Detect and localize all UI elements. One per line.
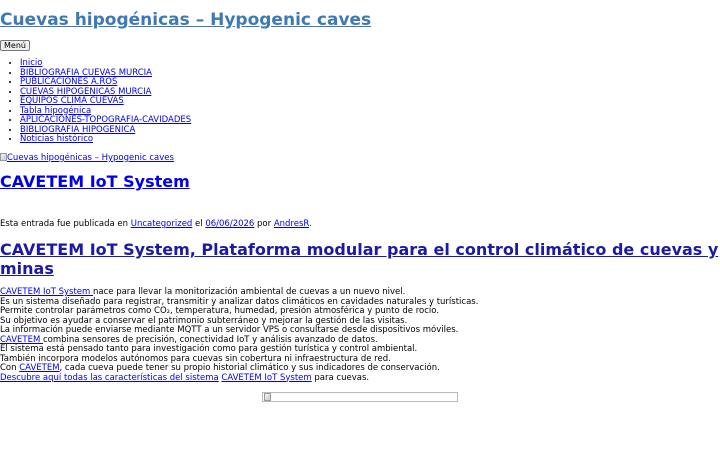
meta-on: el (192, 219, 206, 229)
line-text: para cuevas. (311, 372, 370, 383)
nav-link-inicio[interactable]: Inicio (20, 58, 43, 68)
line-text: nace para llevar la monitorización ambie… (93, 287, 406, 297)
nav-link-cuevas-hipogenicas-murcia[interactable]: CUEVAS HIPOGENICAS MURCIA (20, 87, 151, 97)
site-title: Cuevas hipogénicas – Hypogenic caves (0, 8, 371, 32)
meta-by: por (254, 219, 274, 229)
cavetem-link[interactable]: CAVETEM (0, 335, 43, 345)
header-image-alt-text: Cuevas hipogénicas – Hypogenic caves (7, 153, 174, 163)
nav-item-noticias-historico: Noticias histórico (20, 134, 191, 145)
main-navigation: Inicio BIBLIOGRAFIA CUEVAS MURCIA PUBLIC… (0, 58, 191, 145)
date-link[interactable]: 06/06/2026 (205, 219, 254, 229)
header-image-link[interactable]: Cuevas hipogénicas – Hypogenic caves (0, 153, 174, 163)
nav-link-noticias-historico[interactable]: Noticias histórico (20, 134, 93, 144)
content-heading-link[interactable]: CAVETEM IoT System, Plataforma modular p… (0, 240, 718, 278)
nav-link-bibliografia-cuevas-murcia[interactable]: BIBLIOGRAFIA CUEVAS MURCIA (20, 68, 152, 78)
author-link[interactable]: AndresR (274, 219, 309, 229)
broken-image-icon (0, 153, 7, 161)
broken-image-icon (264, 393, 271, 401)
site-title-link[interactable]: Cuevas hipogénicas – Hypogenic caves (0, 10, 371, 30)
cavetem-system-link[interactable]: CAVETEM IoT System (0, 287, 93, 297)
nav-link-publicaciones[interactable]: PUBLICACIONES A.ROS (20, 77, 117, 87)
line-text: combina sensores de precisión, conectivi… (43, 334, 378, 345)
post-title-link[interactable]: CAVETEM IoT System (0, 172, 190, 191)
meta-end: . (309, 219, 312, 229)
menu-button[interactable]: Menú (0, 40, 30, 51)
line-text: Con (0, 363, 20, 373)
nav-link-equipos-clima[interactable]: EQUIPOS CLIMA CUEVAS (20, 96, 124, 106)
post-meta: Esta entrada fue publicada en Uncategori… (0, 219, 312, 229)
category-link[interactable]: Uncategorized (131, 219, 193, 229)
cavetem-system-link[interactable]: CAVETEM IoT System (221, 373, 311, 383)
line-text: , cada cueva puede tener su propio histo… (59, 363, 440, 373)
nav-link-aplicaciones-topografia[interactable]: APLICACIONES-TOPOGRAFIA-CAVIDADES (20, 115, 191, 125)
meta-prefix: Esta entrada fue publicada en (0, 219, 131, 229)
content-heading: CAVETEM IoT System, Plataforma modular p… (0, 240, 720, 278)
post-title: CAVETEM IoT System (0, 172, 190, 192)
post-content: CAVETEM IoT System nace para llevar la m… (0, 287, 720, 384)
content-line-10: Descubre aquí todas las características … (0, 372, 720, 384)
nav-link-tabla-hipogenica[interactable]: Tabla hipogénica (20, 106, 91, 116)
features-link[interactable]: Descubre aquí todas las características … (0, 373, 219, 383)
cavetem-link[interactable]: CAVETEM (19, 363, 59, 373)
nav-link-bibliografia-hipogenica[interactable]: BIBLIOGRAFIA HIPOGENICA (20, 125, 135, 135)
content-image-placeholder (262, 392, 458, 402)
